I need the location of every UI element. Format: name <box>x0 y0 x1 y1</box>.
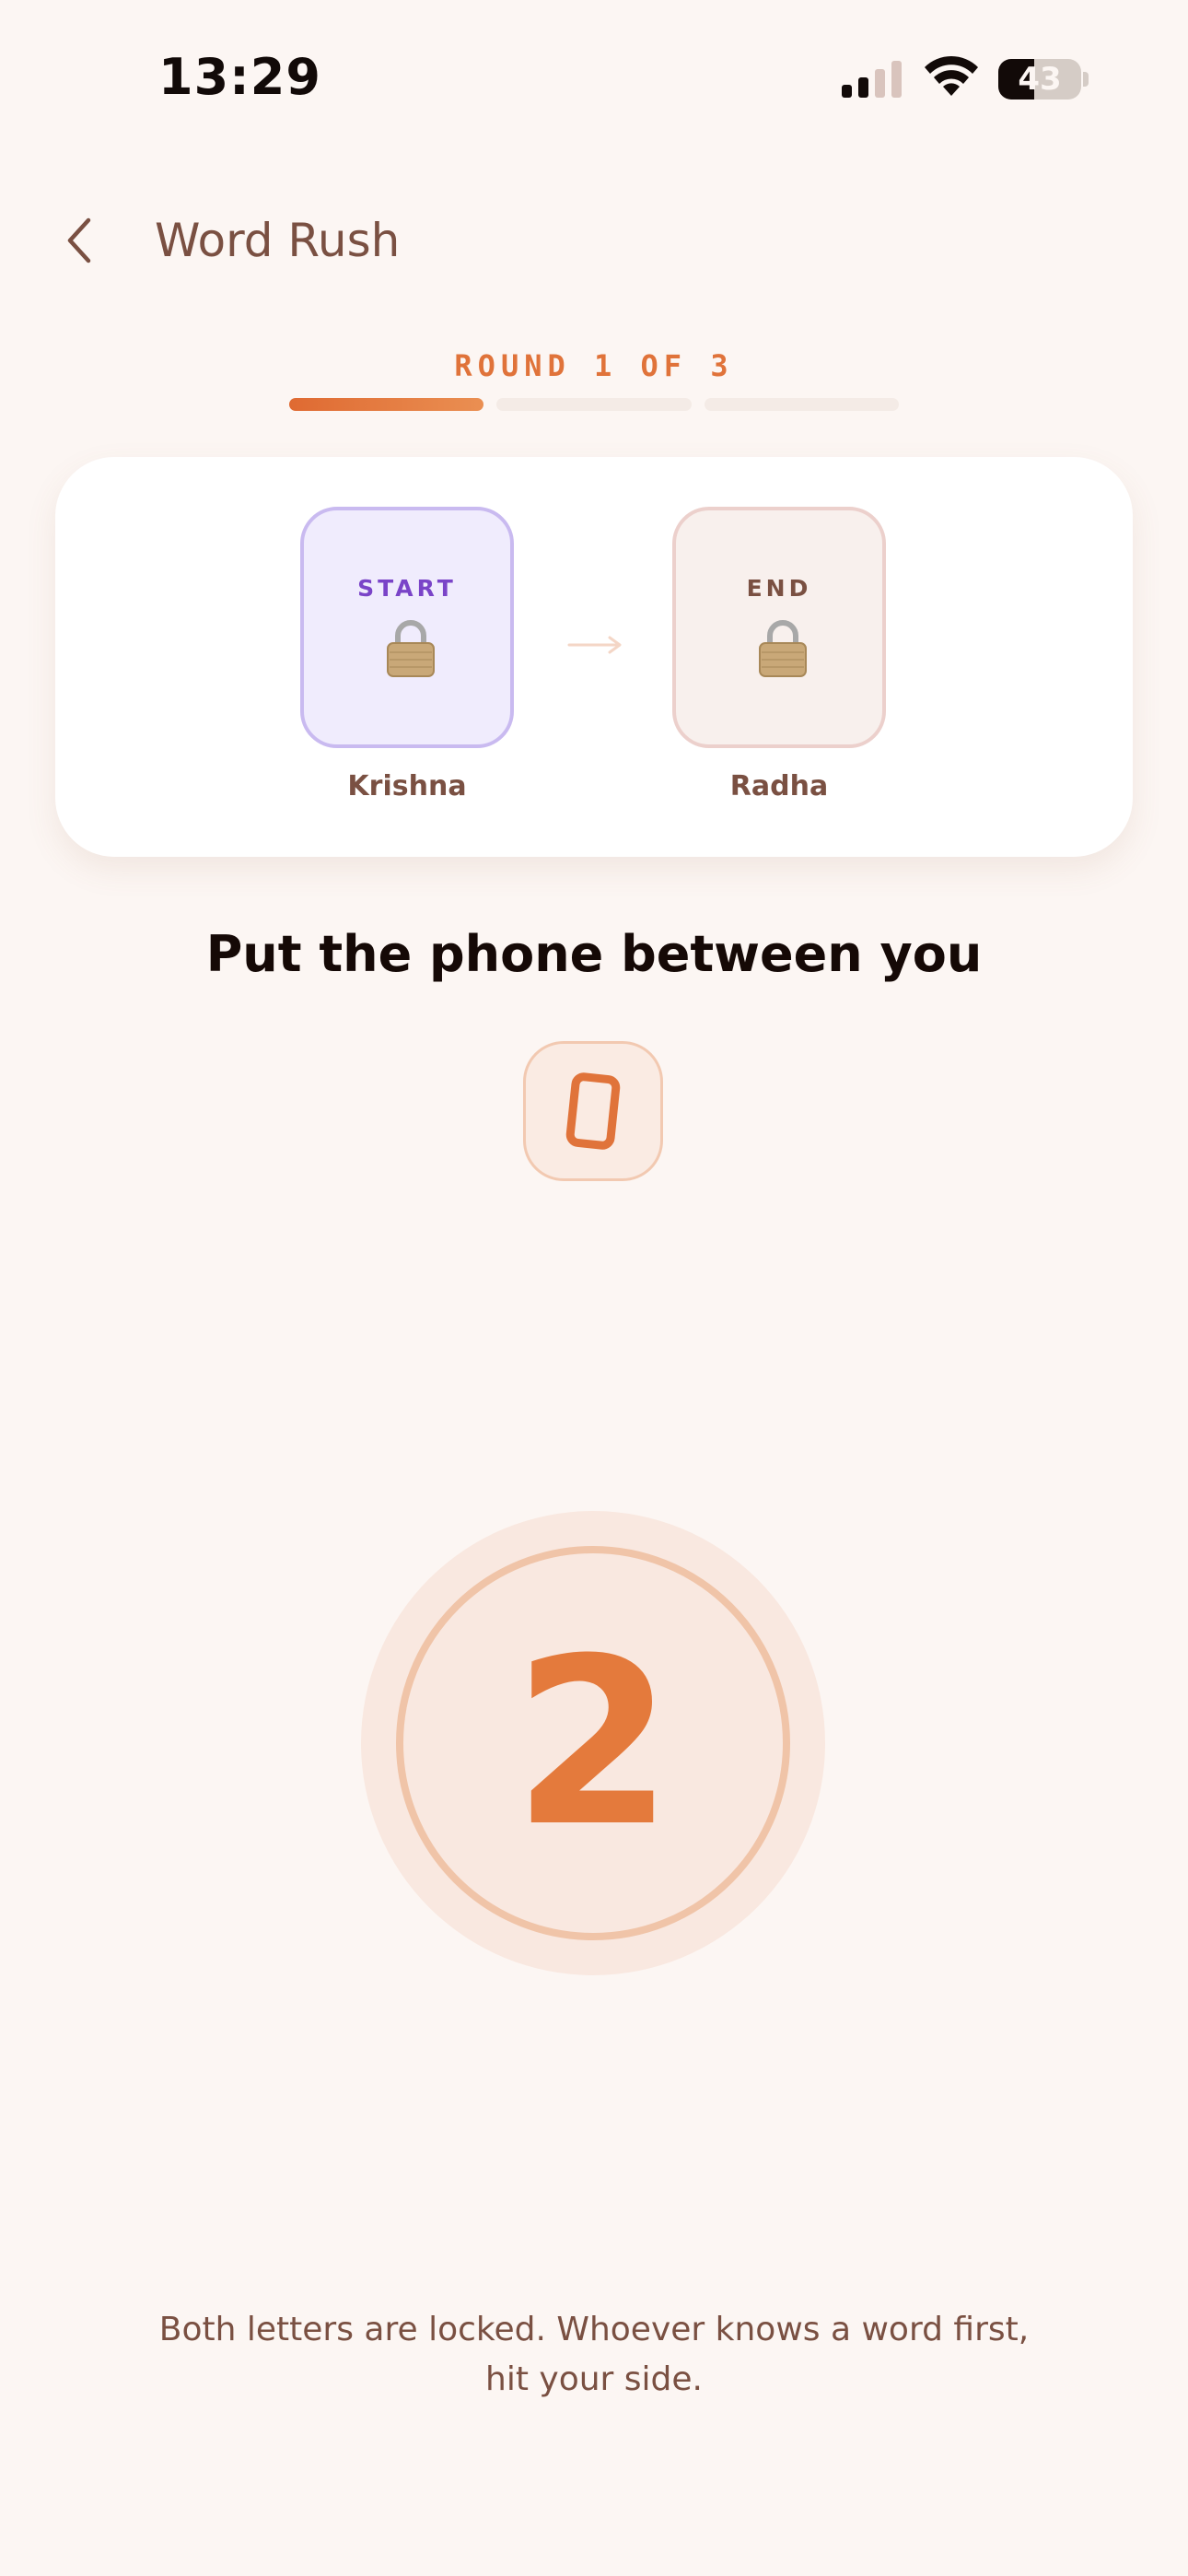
instruction-footer: Both letters are locked. Whoever knows a… <box>158 2311 1030 2398</box>
arrow-right-icon <box>567 636 622 654</box>
start-player-name: Krishna <box>347 770 467 802</box>
lock-icon <box>759 620 807 677</box>
end-player-name: Radha <box>729 770 829 802</box>
instruction-headline: Put the phone between you <box>205 925 983 983</box>
countdown-number: 2 <box>513 1609 673 1877</box>
phone-icon <box>565 1072 621 1150</box>
wifi-icon <box>925 55 978 96</box>
phone-badge <box>523 1041 663 1181</box>
cellular-signal-icon <box>842 61 902 98</box>
round-progress <box>289 398 899 411</box>
round-progress-segment <box>704 398 899 411</box>
page-title: Word Rush <box>155 214 401 267</box>
start-tag: START <box>357 575 457 602</box>
lock-icon <box>387 620 435 677</box>
chevron-left-icon <box>67 217 91 263</box>
battery-indicator: 43 <box>998 59 1081 100</box>
players-card: START END Krishna Radha <box>55 457 1133 857</box>
back-button[interactable] <box>46 208 111 273</box>
end-letter-tile: END <box>672 507 886 748</box>
battery-level: 43 <box>1018 61 1062 98</box>
status-time: 13:29 <box>158 48 321 106</box>
round-progress-segment <box>289 398 484 411</box>
round-progress-segment <box>496 398 692 411</box>
battery-cap <box>1083 72 1089 87</box>
round-label: ROUND 1 OF 3 <box>454 348 734 383</box>
end-tag: END <box>746 575 812 602</box>
start-letter-tile: START <box>300 507 514 748</box>
